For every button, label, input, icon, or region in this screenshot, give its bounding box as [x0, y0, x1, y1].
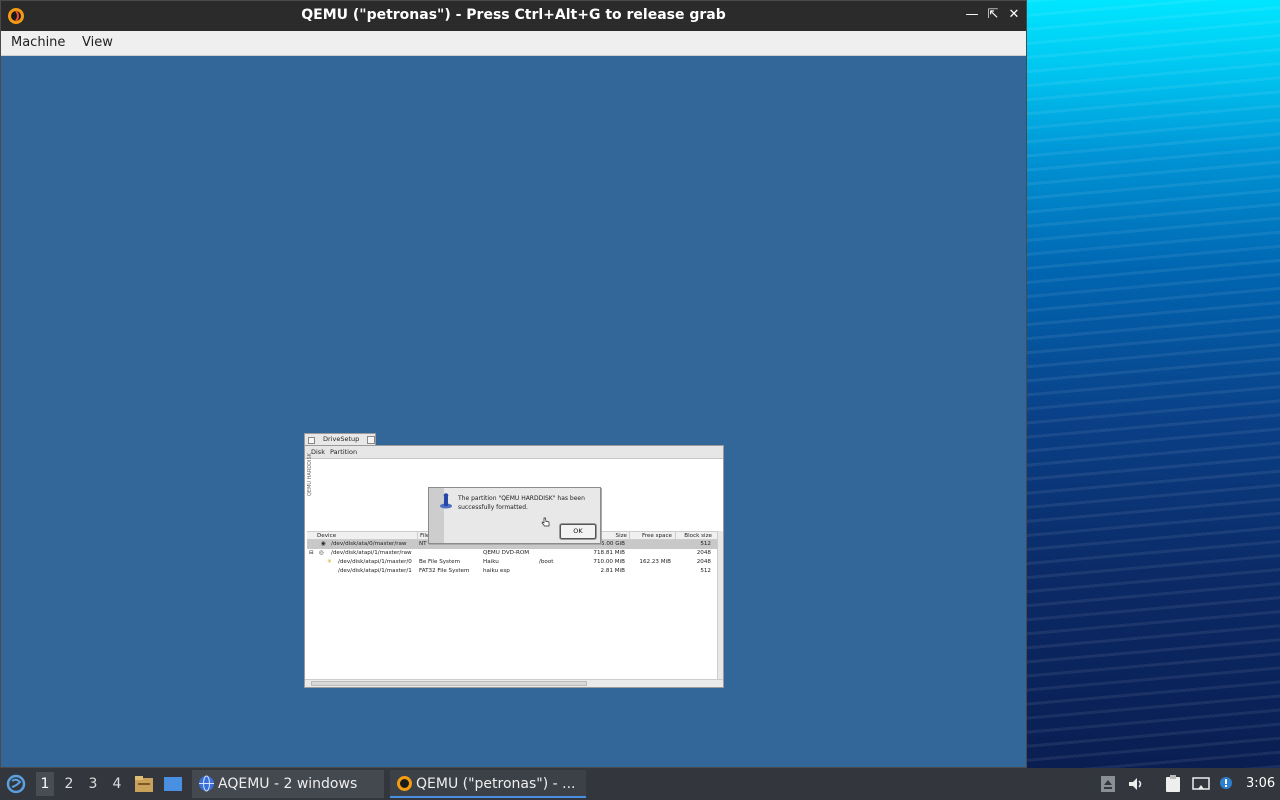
notification-icon[interactable]: [1217, 775, 1235, 793]
row-volume: haiku esp: [483, 568, 510, 574]
drive-icon: ◉: [321, 541, 326, 547]
start-menu-icon[interactable]: [4, 768, 28, 800]
desktop-icon[interactable]: [163, 774, 183, 794]
globe-icon: [199, 775, 214, 792]
table-row[interactable]: ✳ /dev/disk/atapi/1/master/0 Be File Sys…: [307, 558, 717, 567]
row-volume: QEMU DVD-ROM: [483, 550, 530, 556]
drivesetup-menubar: Disk Partition: [305, 446, 723, 459]
row-filesystem: Be File System: [419, 559, 461, 565]
workspace-3[interactable]: 3: [85, 776, 101, 792]
table-row[interactable]: ⊟ ◎ /dev/disk/atapi/1/master/raw QEMU DV…: [307, 549, 717, 558]
table-row[interactable]: /dev/disk/atapi/1/master/1 FAT32 File Sy…: [307, 567, 717, 576]
menu-machine[interactable]: Machine: [11, 35, 65, 50]
task-qemu[interactable]: QEMU ("petronas") - ...: [390, 770, 586, 798]
boot-partition-icon: ✳: [327, 559, 332, 565]
menu-partition[interactable]: Partition: [330, 448, 357, 456]
column-size[interactable]: Size: [601, 532, 629, 540]
volume-icon[interactable]: [1127, 775, 1145, 793]
taskbar: 1 2 3 4 AQEMU - 2 windows QEMU ("petrona…: [0, 768, 1280, 800]
row-filesystem: NT: [419, 541, 427, 547]
scrollbar-thumb[interactable]: [311, 681, 587, 686]
collapse-icon[interactable]: ⊟: [309, 549, 314, 558]
desktop-wallpaper: [1026, 0, 1280, 768]
menu-disk[interactable]: Disk: [311, 448, 325, 456]
column-device[interactable]: Device: [307, 532, 417, 540]
hand-cursor-icon: [541, 517, 550, 527]
info-icon: [440, 493, 452, 509]
clipboard-icon[interactable]: [1164, 775, 1182, 793]
workspace-2[interactable]: 2: [61, 776, 77, 792]
format-success-alert: The partition "QEMU HARDDISK" has been s…: [428, 487, 601, 544]
close-icon[interactable]: ✕: [1005, 6, 1023, 24]
column-block-size[interactable]: Block size: [675, 532, 715, 540]
window-title: QEMU ("petronas") - Press Ctrl+Alt+G to …: [301, 7, 726, 23]
row-block-size: 2048: [696, 559, 711, 565]
minimize-icon[interactable]: —: [963, 6, 981, 24]
row-device: /dev/disk/atapi/1/master/1: [338, 568, 412, 574]
row-size: 2.81 MiB: [600, 568, 625, 574]
row-block-size: 512: [700, 541, 711, 547]
row-free-space: 162.23 MiB: [639, 559, 671, 565]
row-size: 710.00 MiB: [593, 559, 625, 565]
row-device: /dev/disk/atapi/1/master/raw: [331, 550, 412, 556]
row-size: 718.81 MiB: [593, 550, 625, 556]
task-label: AQEMU - 2 windows: [218, 776, 358, 792]
qemu-icon: [397, 776, 412, 791]
network-icon[interactable]: [1192, 775, 1210, 793]
file-manager-icon[interactable]: [134, 774, 154, 794]
task-label: QEMU ("petronas") - ...: [416, 776, 576, 792]
drivesetup-title: DriveSetup: [323, 435, 360, 443]
row-mounted-at: /boot: [539, 559, 554, 565]
task-aqemu[interactable]: AQEMU - 2 windows: [192, 770, 384, 798]
horizontal-scrollbar[interactable]: [305, 679, 723, 687]
maximize-icon[interactable]: ⇱: [984, 6, 1002, 24]
vertical-scrollbar[interactable]: [717, 531, 723, 679]
column-free-space[interactable]: Free space: [629, 532, 675, 540]
workspace-4[interactable]: 4: [109, 776, 125, 792]
menu-view[interactable]: View: [82, 35, 113, 50]
row-device: /dev/disk/ata/0/master/raw: [331, 541, 407, 547]
zoom-icon[interactable]: [367, 436, 375, 444]
row-volume: Haiku: [483, 559, 499, 565]
row-block-size: 512: [700, 568, 711, 574]
qemu-menubar: Machine View: [1, 31, 1026, 56]
alert-message: The partition "QEMU HARDDISK" has been s…: [458, 495, 585, 511]
eject-icon[interactable]: [1099, 775, 1117, 793]
close-icon[interactable]: [308, 437, 315, 444]
row-block-size: 2048: [696, 550, 711, 556]
disk-label: QEMU HARDDISK: [307, 453, 313, 496]
drivesetup-window: Disk Partition QEMU HARDDISK Device File…: [304, 445, 724, 688]
ok-button[interactable]: OK: [560, 524, 596, 539]
row-device: /dev/disk/atapi/1/master/0: [338, 559, 412, 565]
qemu-titlebar[interactable]: QEMU ("petronas") - Press Ctrl+Alt+G to …: [1, 1, 1026, 31]
clock[interactable]: 3:06: [1246, 776, 1275, 791]
workspace-1[interactable]: 1: [37, 776, 53, 792]
row-filesystem: FAT32 File System: [419, 568, 470, 574]
dvd-icon: ◎: [319, 550, 324, 556]
